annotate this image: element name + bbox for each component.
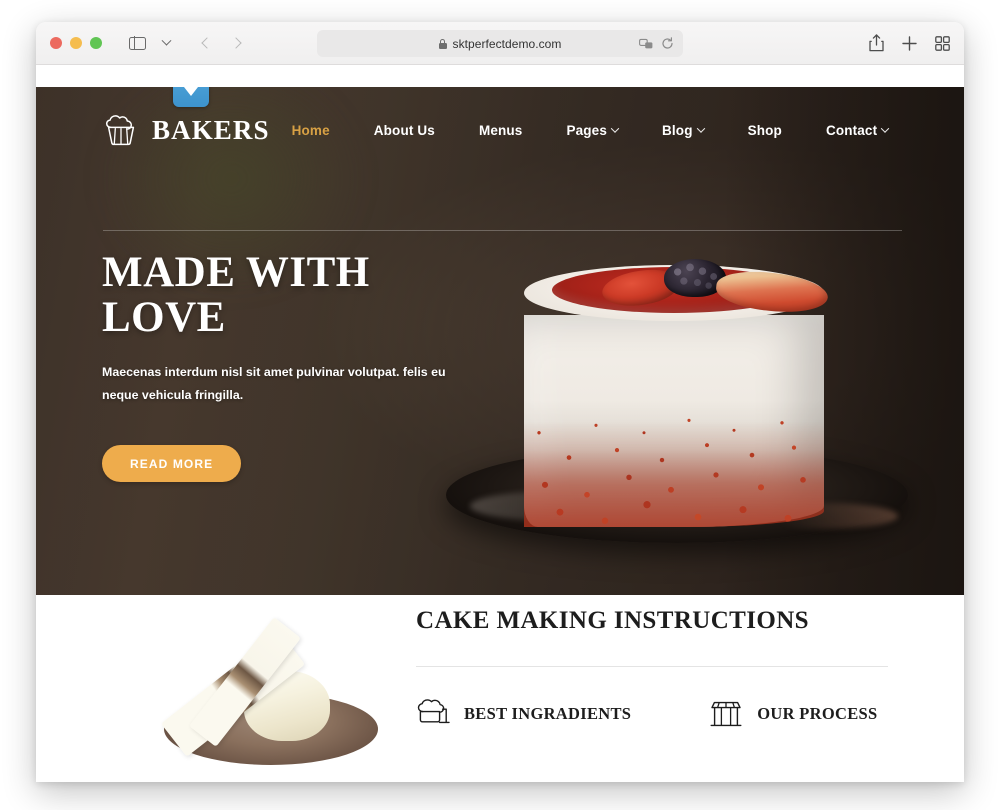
- feature-list: BEST INGRADIENTS OUR PROCESS: [416, 699, 926, 729]
- red-velvet-cake-photo: [440, 257, 920, 595]
- flour-mixer-icon: [417, 699, 450, 724]
- page-top-strip: [36, 65, 964, 87]
- window-traffic-lights: [50, 37, 102, 49]
- read-more-button[interactable]: READ MORE: [102, 445, 242, 483]
- minimize-window-button[interactable]: [70, 37, 82, 49]
- feature-best-ingradients[interactable]: BEST INGRADIENTS: [416, 699, 631, 729]
- chevron-down-icon: [610, 124, 620, 133]
- screenshot-root: sktperfectdemo.com BAKERS Home About Us …: [0, 0, 1000, 810]
- page-viewport: BAKERS Home About Us Menus Pages Blog Sh…: [36, 65, 964, 782]
- nav-label: Menus: [478, 122, 523, 138]
- brand-logo[interactable]: BAKERS: [103, 114, 270, 146]
- share-icon[interactable]: [869, 34, 884, 52]
- feature-our-process[interactable]: OUR PROCESS: [709, 699, 877, 729]
- nav-label: Contact: [825, 122, 878, 138]
- main-navigation: Home About Us Menus Pages Blog Shop Cont…: [270, 123, 911, 138]
- nav-item-contact[interactable]: Contact: [804, 123, 910, 138]
- section-title: CAKE MAKING INSTRUCTIONS: [416, 607, 809, 634]
- browser-toolbar: sktperfectdemo.com: [36, 22, 964, 65]
- nav-item-shop[interactable]: Shop: [726, 123, 804, 138]
- sidebar-toggle-icon[interactable]: [124, 31, 150, 55]
- header-divider: [103, 230, 902, 231]
- nav-label: Shop: [747, 122, 782, 138]
- nav-label: Blog: [662, 122, 693, 138]
- nav-item-menus[interactable]: Menus: [457, 123, 545, 138]
- reload-icon: [662, 37, 673, 49]
- tab-overview-icon[interactable]: [935, 35, 950, 51]
- nav-label: About Us: [373, 122, 435, 138]
- nav-item-home[interactable]: Home: [270, 123, 352, 138]
- sidebar-chevron-down-icon[interactable]: [153, 31, 179, 55]
- chocolate-dessert-photo: [124, 609, 424, 779]
- cupcake-icon: [105, 115, 135, 146]
- back-arrow-icon[interactable]: [194, 31, 220, 55]
- section-divider: [416, 666, 888, 667]
- hero-title: MADE WITH LOVE: [102, 249, 370, 342]
- lock-icon: [438, 38, 447, 49]
- feature-label: OUR PROCESS: [757, 704, 878, 723]
- address-bar-right-icons: [639, 30, 674, 57]
- cake-making-instructions-section: CAKE MAKING INSTRUCTIONS BEST INGRADIENT…: [36, 595, 964, 782]
- feature-label: BEST INGRADIENTS: [464, 704, 632, 723]
- translate-widget-button[interactable]: [173, 87, 209, 107]
- navigation-controls: [124, 31, 249, 55]
- nav-label: Pages: [566, 122, 607, 138]
- nav-item-pages[interactable]: Pages: [544, 123, 640, 138]
- bakery-stall-icon: [710, 701, 742, 727]
- url-text: sktperfectdemo.com: [452, 36, 562, 51]
- chevron-down-icon: [881, 124, 890, 133]
- nav-item-blog[interactable]: Blog: [640, 123, 726, 138]
- zoom-window-button[interactable]: [90, 37, 102, 49]
- close-window-button[interactable]: [50, 37, 62, 49]
- chevron-down-icon: [184, 87, 198, 96]
- toolbar-right-actions: [869, 22, 950, 64]
- nav-item-about-us[interactable]: About Us: [352, 123, 457, 138]
- hero-copy: MADE WITH LOVE Maecenas interdum nisl si…: [102, 249, 502, 483]
- chevron-down-icon: [696, 124, 705, 133]
- new-tab-icon[interactable]: [902, 35, 917, 51]
- hero-slider: BAKERS Home About Us Menus Pages Blog Sh…: [36, 87, 964, 595]
- extensions-icon: [639, 38, 653, 48]
- cake-crumb-coating: [524, 403, 824, 527]
- hero-subtitle: Maecenas interdum nisl sit amet pulvinar…: [102, 365, 446, 402]
- instructions-content: CAKE MAKING INSTRUCTIONS BEST INGRADIENT…: [416, 607, 926, 729]
- forward-arrow-icon[interactable]: [223, 31, 249, 55]
- nav-label: Home: [291, 122, 330, 138]
- address-bar[interactable]: sktperfectdemo.com: [317, 30, 683, 57]
- browser-window: sktperfectdemo.com BAKERS Home About Us …: [36, 22, 964, 782]
- brand-name: BAKERS: [152, 114, 270, 145]
